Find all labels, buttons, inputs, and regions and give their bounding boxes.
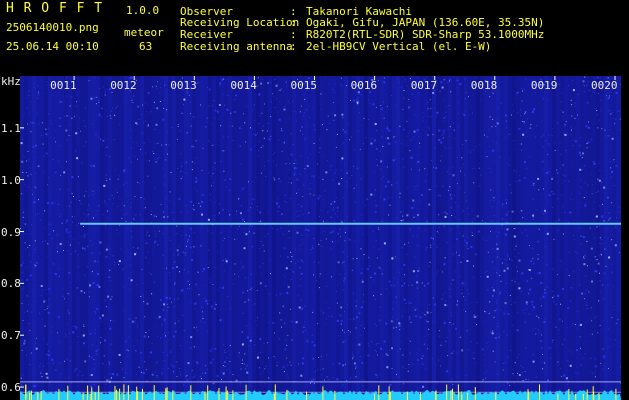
trace-spike <box>226 390 228 400</box>
trace-spike <box>37 391 39 400</box>
trace-spike <box>306 391 307 400</box>
trace-spike <box>557 393 559 400</box>
trace-spike <box>137 391 138 400</box>
trace-spike <box>166 387 168 400</box>
trace-spike <box>615 388 617 400</box>
trace-spike <box>539 384 540 400</box>
y-axis-unit: kHz <box>1 75 21 88</box>
trace-spike <box>598 392 600 400</box>
freq-label: 0.9 <box>1 225 21 239</box>
category-label: meteor <box>124 26 164 39</box>
info-key-antenna: Receiving antenna <box>180 40 293 53</box>
trace-spike <box>586 389 588 400</box>
time-label: 0018 <box>470 79 498 92</box>
trace-spike <box>457 384 459 400</box>
trace-spike <box>190 385 192 400</box>
trace-spike <box>232 390 234 400</box>
trace-spike <box>334 390 336 400</box>
trace-spike <box>67 385 69 400</box>
file-name: 2506140010.png <box>6 21 99 34</box>
trace-spike <box>58 389 60 400</box>
time-label: 0017 <box>410 79 438 92</box>
trace-spike <box>94 392 96 400</box>
time-label: 0011 <box>50 79 77 92</box>
trace-spike <box>25 384 27 400</box>
trace-spike <box>452 388 453 400</box>
trace-spike <box>450 390 452 400</box>
trace-spike <box>568 388 570 400</box>
time-label: 0019 <box>530 79 558 92</box>
trace-spike <box>467 392 469 400</box>
time-label: 0014 <box>230 79 257 92</box>
freq-label: 1.1 <box>1 121 21 135</box>
spectrogram-image <box>20 76 621 400</box>
trace-spike <box>123 384 125 400</box>
trace-spike <box>474 387 476 400</box>
trace-spike <box>273 393 275 400</box>
detection-count: 63 <box>139 40 153 53</box>
trace-spike <box>172 390 174 400</box>
trace-spike <box>286 389 288 400</box>
trace-spike <box>91 387 93 400</box>
time-label: 0015 <box>290 79 318 92</box>
trace-spike <box>29 392 31 400</box>
trace-spike <box>378 385 380 400</box>
freq-label: 0.6 <box>1 381 21 395</box>
trace-spike <box>593 391 595 400</box>
trace-spike <box>225 386 227 400</box>
trace-spike <box>98 385 100 400</box>
trace-spike <box>153 385 155 400</box>
trace-spike <box>388 386 390 400</box>
trace-spike <box>406 391 408 400</box>
trace-spike <box>142 388 143 400</box>
trace-spike <box>119 388 121 400</box>
trace-spike <box>87 385 89 400</box>
freq-label: 0.8 <box>1 277 21 291</box>
trace-spike <box>527 389 529 400</box>
time-label: 0020 <box>591 79 618 92</box>
trace-spike <box>82 392 84 400</box>
trace-spike <box>575 393 577 400</box>
trace-spike <box>495 392 497 400</box>
time-label: 0012 <box>110 79 137 92</box>
app-version: 1.0.0 <box>126 4 160 17</box>
info-sep: : <box>290 40 297 53</box>
trace-spike <box>245 384 247 400</box>
time-label: 0013 <box>170 79 197 92</box>
trace-spike <box>218 388 220 400</box>
spectrogram-plot <box>20 76 621 400</box>
trace-spike <box>389 391 391 400</box>
trace-spike <box>582 393 584 400</box>
trace-spike <box>114 385 116 400</box>
trace-spike <box>40 391 42 400</box>
trace-spike <box>435 390 437 400</box>
trace-spike <box>274 384 276 400</box>
trace-spike <box>127 385 129 400</box>
noise-field <box>20 76 621 400</box>
timestamp: 25.06.14 00:10 <box>6 40 99 53</box>
trace-spike <box>207 385 209 400</box>
time-label: 0016 <box>350 79 378 92</box>
trace-spike <box>165 388 167 400</box>
trace-spike <box>446 384 448 400</box>
trace-spike <box>204 391 206 400</box>
trace-spike <box>374 393 376 400</box>
trace-spike <box>461 391 463 400</box>
trace-spike <box>322 386 324 400</box>
info-value-antenna: 2el-HB9CV Vertical (el. E-W) <box>306 40 492 53</box>
trace-spike <box>116 389 118 400</box>
trace-spike <box>419 392 421 400</box>
app-name: H R O F F T <box>6 1 104 16</box>
trace-spike <box>30 390 32 400</box>
freq-label: 0.7 <box>1 329 21 343</box>
hrofft-window: H R O F F T 1.0.0 2506140010.png meteor … <box>0 0 629 400</box>
freq-label: 1.0 <box>1 173 21 187</box>
